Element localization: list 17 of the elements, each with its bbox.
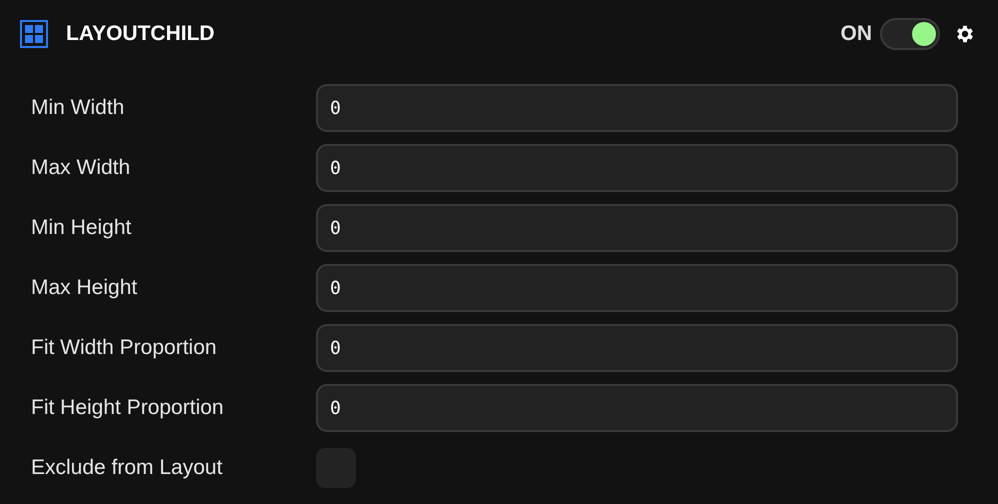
component-title: LAYOUTCHILD bbox=[66, 22, 215, 46]
input-field[interactable]: 0 bbox=[316, 384, 958, 432]
toggle-switch[interactable] bbox=[880, 18, 940, 50]
input-field[interactable]: 0 bbox=[316, 144, 958, 192]
field-label: Fit Height Proportion bbox=[31, 396, 225, 420]
field-label: Fit Width Proportion bbox=[31, 336, 218, 360]
field-label: Max Height bbox=[31, 276, 138, 300]
field-label: Min Height bbox=[31, 216, 132, 240]
input-field[interactable]: 0 bbox=[316, 264, 958, 312]
input-field[interactable]: 0 bbox=[316, 324, 958, 372]
input-field[interactable]: 0 bbox=[316, 204, 958, 252]
field-label: Min Width bbox=[31, 96, 126, 120]
field-label: Exclude from Layout bbox=[31, 456, 224, 480]
input-field[interactable]: 0 bbox=[316, 84, 958, 132]
grid-icon bbox=[20, 20, 48, 48]
field-label: Max Width bbox=[31, 156, 132, 180]
toggle-label: ON bbox=[840, 22, 872, 46]
